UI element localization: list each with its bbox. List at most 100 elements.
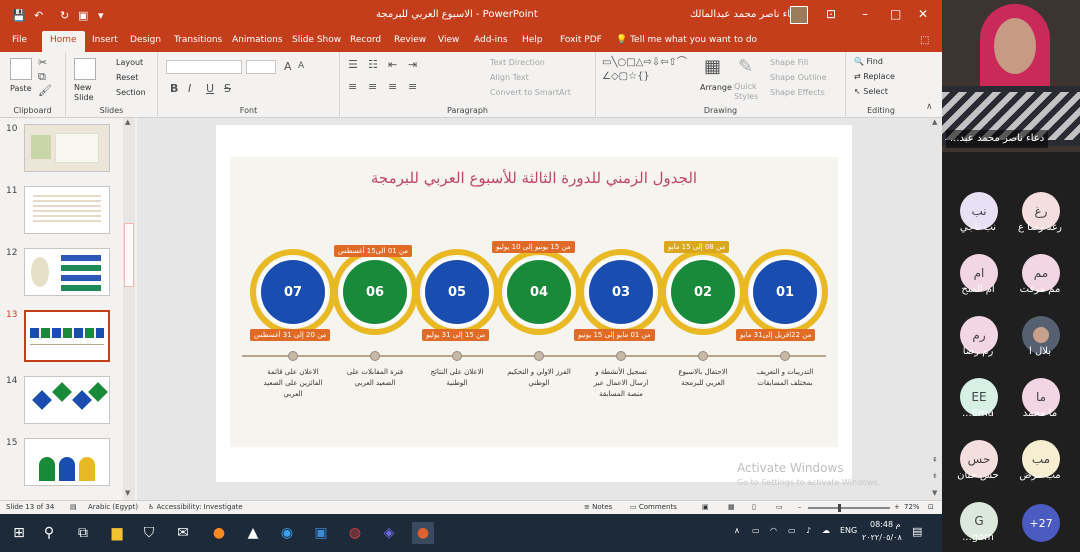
clock-time[interactable]: 08:48 م	[870, 520, 901, 529]
zoom-slider[interactable]	[808, 507, 890, 509]
quick-styles-icon[interactable]: ✎	[738, 56, 753, 77]
shrink-font-button[interactable]: A	[298, 61, 304, 71]
step-circle-03[interactable]: 03	[586, 257, 656, 327]
tab-slide-show[interactable]: Slide Show	[292, 35, 341, 45]
notification-icon[interactable]: ▤	[912, 525, 922, 538]
align-text-button[interactable]: Align Text	[490, 73, 529, 82]
tab-add-ins[interactable]: Add-ins	[474, 35, 508, 45]
cut-icon[interactable]: ✂	[38, 56, 47, 69]
paste-icon[interactable]	[10, 58, 32, 80]
date-label[interactable]: من 15 يونيو إلى 10 يوليو	[492, 241, 575, 253]
zoom-in-icon[interactable]: +	[894, 503, 900, 511]
new-slide-button[interactable]: New Slide	[74, 83, 104, 103]
scroll-up-icon[interactable]: ▲	[932, 118, 937, 126]
slide-thumbnail-15[interactable]	[24, 438, 110, 486]
customize-icon[interactable]: ▾	[98, 9, 104, 22]
date-label[interactable]: من 22افريل إلى31 مايو	[736, 329, 816, 341]
slide-thumbnail-14[interactable]	[24, 376, 110, 424]
reset-button[interactable]: Reset	[116, 73, 138, 82]
network-icon[interactable]: ▭	[752, 526, 760, 535]
photos-icon[interactable]: ▲	[242, 522, 264, 544]
windows-start-icon[interactable]: ⊞	[8, 522, 30, 544]
tab-record[interactable]: Record	[350, 35, 381, 45]
start-from-beginning-icon[interactable]: ▣	[78, 9, 88, 22]
bold-button[interactable]: B	[170, 82, 178, 95]
tab-review[interactable]: Review	[394, 35, 426, 45]
step-circle-07[interactable]: 07	[258, 257, 328, 327]
text-direction-button[interactable]: Text Direction	[490, 58, 545, 67]
spelling-icon[interactable]: ▤	[70, 503, 77, 511]
slide-thumbnail-11[interactable]	[24, 186, 110, 234]
more-participants-button[interactable]: +27	[1022, 504, 1060, 542]
step-circle-01[interactable]: 01	[750, 257, 820, 327]
slide-scrollbar[interactable]: ▲ ⇞ ⇟ ▼	[930, 118, 942, 500]
underline-button[interactable]: U	[206, 82, 214, 95]
find-button[interactable]: 🔍 Find	[854, 57, 883, 66]
shape-effects-button[interactable]: Shape Effects	[770, 88, 825, 97]
increase-indent-icon[interactable]: ⇥	[408, 58, 417, 71]
powerpoint-taskbar-icon[interactable]: ●	[412, 522, 434, 544]
shape-fill-button[interactable]: Shape Fill	[770, 58, 808, 67]
normal-view-icon[interactable]: ▣	[702, 503, 709, 511]
italic-button[interactable]: I	[188, 82, 191, 95]
tab-transitions[interactable]: Transitions	[174, 35, 222, 45]
step-description[interactable]: الاعلان على قائمة الفائزين على الصعيد ال…	[258, 367, 328, 400]
slide-sorter-icon[interactable]: ▦	[728, 503, 735, 511]
user-name[interactable]: دعاء ناصر محمد عبدالمالك	[690, 9, 801, 20]
date-label[interactable]: من 20 إلى 31 أغسطس	[250, 329, 331, 341]
date-label[interactable]: من 15 إلى 31 يوليو	[422, 329, 490, 341]
step-description[interactable]: الاعلان على النتائج الوطنية	[422, 367, 492, 389]
date-label[interactable]: من 08 إلى 15 مايو	[664, 241, 730, 253]
chrome-icon[interactable]: ◍	[344, 522, 366, 544]
font-size-box[interactable]	[246, 60, 276, 74]
clock-date[interactable]: ٢٠٢٢/٠٥/٠٨	[862, 533, 902, 542]
current-slide[interactable]: الجدول الزمني للدورة الثالثة للأسبوع الع…	[216, 125, 852, 482]
tab-foxit-pdf[interactable]: Foxit PDF	[560, 35, 602, 45]
comments-button[interactable]: ▭ Comments	[630, 503, 677, 511]
store-icon[interactable]: ⛉	[138, 522, 160, 544]
slide-thumbnail-12[interactable]	[24, 248, 110, 296]
close-icon[interactable]: ✕	[918, 7, 928, 21]
tab-design[interactable]: Design	[130, 35, 161, 45]
step-circle-04[interactable]: 04	[504, 257, 574, 327]
date-label[interactable]: من 01 الى15 أغسطس	[334, 245, 413, 257]
step-description[interactable]: الاحتفال بالاسبوع العربي للبرمجة	[668, 367, 738, 389]
paste-button[interactable]: Paste	[10, 84, 32, 93]
convert-smartart-button[interactable]: Convert to SmartArt	[490, 88, 571, 97]
step-description[interactable]: تسجيل الأنشطة و ارسال الاعمال عبر منصة ا…	[586, 367, 656, 400]
slide-title[interactable]: الجدول الزمني للدورة الثالثة للأسبوع الع…	[230, 169, 838, 187]
replace-button[interactable]: ⇄ Replace	[854, 72, 895, 81]
numbering-icon[interactable]: ☷	[368, 58, 378, 71]
scroll-down-icon[interactable]: ▼	[125, 489, 130, 497]
shape-outline-button[interactable]: Shape Outline	[770, 73, 827, 82]
edge-icon[interactable]: ◉	[276, 522, 298, 544]
align-left-icon[interactable]: ≡	[348, 80, 357, 93]
align-right-icon[interactable]: ≡	[388, 80, 397, 93]
accessibility-status[interactable]: ♿ Accessibility: Investigate	[148, 503, 243, 511]
language-indicator[interactable]: Arabic (Egypt)	[88, 503, 138, 511]
layout-button[interactable]: Layout	[116, 58, 143, 67]
onedrive-icon[interactable]: ☁	[822, 526, 830, 535]
mail-icon[interactable]: ✉	[172, 522, 194, 544]
scrollbar-thumb[interactable]	[124, 223, 134, 287]
thumbnails-scrollbar[interactable]: ▲ ▼	[123, 118, 135, 500]
tab-animations[interactable]: Animations	[232, 35, 283, 45]
redo-icon[interactable]: ↻	[60, 9, 69, 22]
slide-thumbnail-13[interactable]	[24, 310, 110, 362]
select-button[interactable]: ↖ Select	[854, 87, 888, 96]
wifi-icon[interactable]: ◠	[770, 526, 777, 535]
new-slide-icon[interactable]	[74, 58, 96, 80]
step-description[interactable]: التدريبات و التعريف بمختلف المسابقات	[750, 367, 820, 389]
undo-icon[interactable]: ↶	[34, 9, 43, 22]
zoom-slider-knob[interactable]	[838, 504, 841, 512]
tab-home[interactable]: Home	[42, 31, 85, 52]
language-indicator[interactable]: ENG	[840, 526, 857, 535]
notes-button[interactable]: ≡ Notes	[584, 503, 612, 511]
next-slide-icon[interactable]: ⇟	[932, 472, 938, 480]
grow-font-button[interactable]: A	[284, 60, 292, 73]
battery-icon[interactable]: ▭	[788, 526, 796, 535]
volume-icon[interactable]: ♪	[806, 526, 811, 535]
format-painter-icon[interactable]: 🖌	[38, 84, 52, 97]
collapse-ribbon-icon[interactable]: ∧	[926, 102, 933, 112]
strikethrough-button[interactable]: S	[224, 82, 231, 95]
